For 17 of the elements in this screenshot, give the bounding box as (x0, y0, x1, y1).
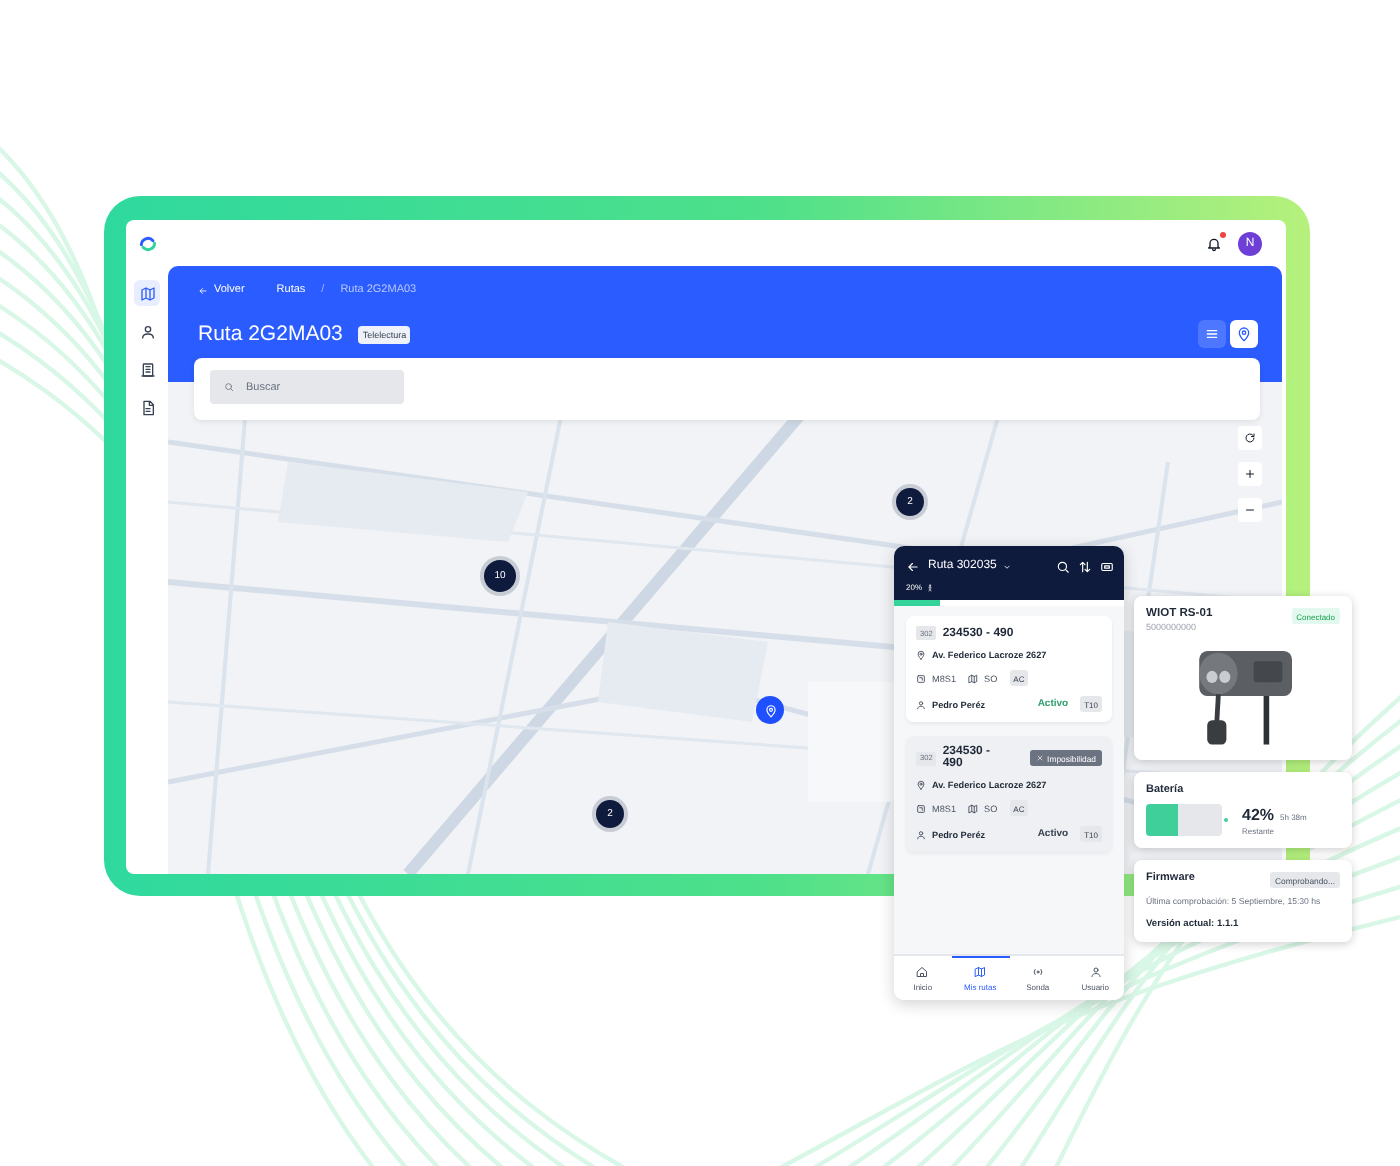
bell-icon (1206, 235, 1222, 251)
map-icon (974, 966, 987, 978)
sidebar-item[interactable] (134, 280, 160, 306)
list-icon (1204, 326, 1220, 342)
map-icon (139, 285, 155, 301)
location-pin-icon (1236, 326, 1252, 342)
page-title: Ruta 2G2MA03 (198, 322, 343, 346)
list-view-button[interactable] (1198, 320, 1226, 348)
user-icon (139, 323, 155, 339)
signal-icon (1031, 966, 1044, 978)
logo-icon (137, 234, 157, 254)
home-icon (916, 966, 929, 978)
user-icon (1089, 966, 1102, 978)
back-arrow-icon (198, 285, 208, 295)
map-view-button[interactable] (1230, 320, 1258, 348)
building-icon (139, 361, 155, 377)
document-icon (139, 399, 155, 415)
